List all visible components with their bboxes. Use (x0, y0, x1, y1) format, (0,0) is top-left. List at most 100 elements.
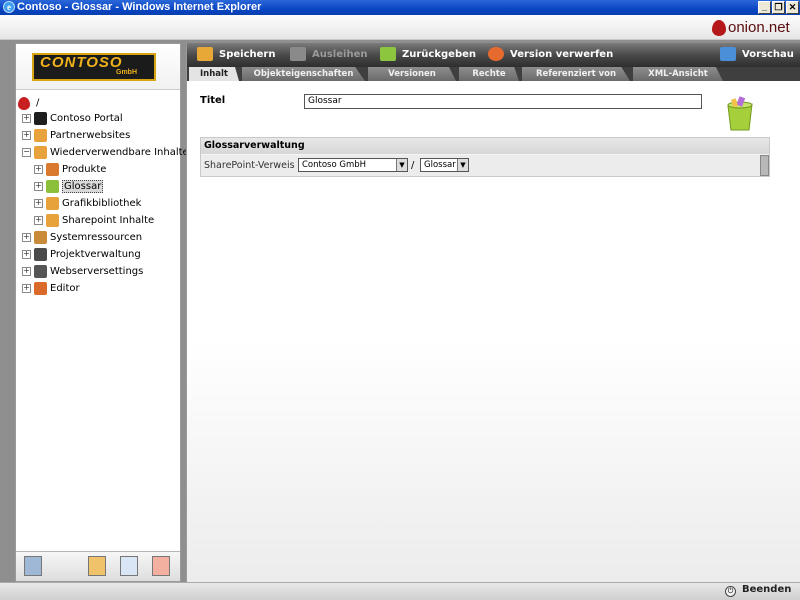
tree-item-label: Glossar (62, 180, 104, 193)
app-header (0, 15, 800, 40)
sharepoint-site-select[interactable]: Contoso GmbH ▼ (298, 158, 408, 172)
tree-item[interactable]: + Webserversettings (22, 264, 180, 281)
tree-item[interactable]: + Contoso Portal (22, 111, 180, 128)
title-label: Titel (200, 95, 226, 106)
checkout-button[interactable]: Ausleihen (290, 43, 367, 67)
tree-item-label: Webserversettings (50, 266, 144, 277)
tree-item-label: Grafikbibliothek (62, 198, 142, 209)
checkin-button[interactable]: Zurückgeben (380, 43, 476, 67)
tab-rechte[interactable]: Rechte (459, 67, 519, 81)
collapse-icon[interactable]: − (22, 148, 31, 157)
tree-item[interactable]: + Projektverwaltung (22, 247, 180, 264)
save-icon (197, 47, 213, 61)
sharepoint-list-value: Glossar (424, 160, 456, 170)
tab-strip: Inhalt Objekteigenschaften Versionen Rec… (187, 67, 800, 81)
tree-item-label: Wiederverwendbare Inhalte (50, 147, 189, 158)
folder-icon (34, 129, 47, 142)
tree-item-label: Contoso Portal (50, 113, 123, 124)
recycle-bin-icon[interactable] (24, 556, 42, 576)
expand-icon[interactable]: + (22, 250, 31, 259)
glossary-section-title: Glossarverwaltung (201, 138, 769, 154)
preview-label: Vorschau (742, 49, 794, 60)
save-label: Speichern (219, 49, 276, 60)
checkin-label: Zurückgeben (402, 49, 476, 60)
checkout-icon (290, 47, 306, 61)
contoso-icon (34, 112, 47, 125)
sharepoint-site-value: Contoso GmbH (302, 160, 367, 170)
discard-icon (488, 47, 504, 61)
tree-item-label: Systemressourcen (50, 232, 143, 243)
expand-icon[interactable]: + (22, 267, 31, 276)
tree-item-label: Partnerwebsites (50, 130, 131, 141)
expand-icon[interactable]: + (34, 165, 43, 174)
expand-icon[interactable]: + (34, 199, 43, 208)
close-button[interactable]: ✕ (786, 1, 799, 14)
tree-item-label: Sharepoint Inhalte (62, 215, 155, 226)
edit-icon[interactable] (120, 556, 138, 576)
status-bar (0, 582, 800, 600)
checkout-label: Ausleihen (312, 49, 368, 60)
brand-name: onion.net (728, 19, 790, 36)
delete-icon[interactable] (152, 556, 170, 576)
editor-icon (34, 282, 47, 295)
tree-item[interactable]: + Glossar (22, 179, 180, 196)
tab-referenziert-von[interactable]: Referenziert von (522, 67, 630, 81)
expand-icon[interactable]: + (22, 131, 31, 140)
tree-item[interactable]: − Wiederverwendbare Inhalte (22, 145, 189, 162)
main-pane (186, 43, 800, 582)
tree-root-label: / (36, 97, 40, 109)
folder-icon (34, 146, 47, 159)
tree-item[interactable]: + Sharepoint Inhalte (22, 213, 180, 230)
preview-button[interactable]: Vorschau (720, 43, 794, 67)
chevron-down-icon: ▼ (457, 159, 468, 171)
tree-item[interactable]: + Grafikbibliothek (22, 196, 180, 213)
structure-icon[interactable] (88, 556, 106, 576)
tab-inhalt[interactable]: Inhalt (189, 67, 239, 81)
tree-item[interactable]: + Systemressourcen (22, 230, 180, 247)
onion-logo-icon (712, 20, 726, 36)
glossary-large-icon (727, 96, 753, 131)
expand-icon[interactable]: + (34, 216, 43, 225)
save-button[interactable]: Speichern (197, 43, 275, 67)
contoso-logo-sub: GmbH (116, 69, 137, 76)
restore-button[interactable]: ❐ (772, 1, 785, 14)
section-scrollbar[interactable] (760, 155, 769, 176)
expand-icon[interactable]: + (22, 114, 31, 123)
sharepoint-list-select[interactable]: Glossar ▼ (420, 158, 469, 172)
window-title: Contoso - Glossar - Windows Internet Exp… (17, 1, 262, 13)
product-icon (46, 163, 59, 176)
tree-item[interactable]: + Editor (22, 281, 180, 298)
discard-version-button[interactable]: Version verwerfen (488, 43, 613, 67)
window-titlebar: Contoso - Glossar - Windows Internet Exp… (0, 0, 800, 15)
tree-item[interactable]: + Partnerwebsites (22, 128, 180, 145)
checkin-icon (380, 47, 396, 61)
monitor-icon (720, 47, 736, 61)
folder-icon (46, 214, 59, 227)
system-icon (34, 231, 47, 244)
expand-icon[interactable]: + (34, 182, 43, 191)
expand-icon[interactable]: + (22, 284, 31, 293)
tree-item[interactable]: + Produkte (22, 162, 180, 179)
server-icon (34, 265, 47, 278)
tab-versionen[interactable]: Versionen (368, 67, 456, 81)
glossary-icon (46, 180, 59, 193)
project-icon (34, 248, 47, 261)
path-separator: / (411, 160, 415, 171)
tree-root[interactable]: / (18, 96, 39, 110)
toolbar: Speichern Ausleihen Zurückgeben Version … (187, 43, 800, 67)
sharepoint-label: SharePoint-Verweis (204, 160, 295, 171)
tree-item-label: Projektverwaltung (50, 249, 141, 260)
title-input[interactable]: Glossar (304, 94, 702, 109)
folder-icon (46, 197, 59, 210)
tree-item-label: Produkte (62, 164, 107, 175)
ie-icon: e (3, 1, 15, 13)
tab-xml-ansicht[interactable]: XML-Ansicht (633, 67, 723, 81)
tab-objekteigenschaften[interactable]: Objekteigenschaften (242, 67, 365, 81)
minimize-button[interactable]: _ (758, 1, 771, 14)
tree-item-label: Editor (50, 283, 80, 294)
exit-icon[interactable]: ⏻ (725, 586, 736, 597)
root-icon (18, 96, 30, 110)
contoso-logo: CONTOSO (32, 53, 156, 81)
exit-button[interactable]: Beenden (742, 584, 791, 595)
expand-icon[interactable]: + (22, 233, 31, 242)
